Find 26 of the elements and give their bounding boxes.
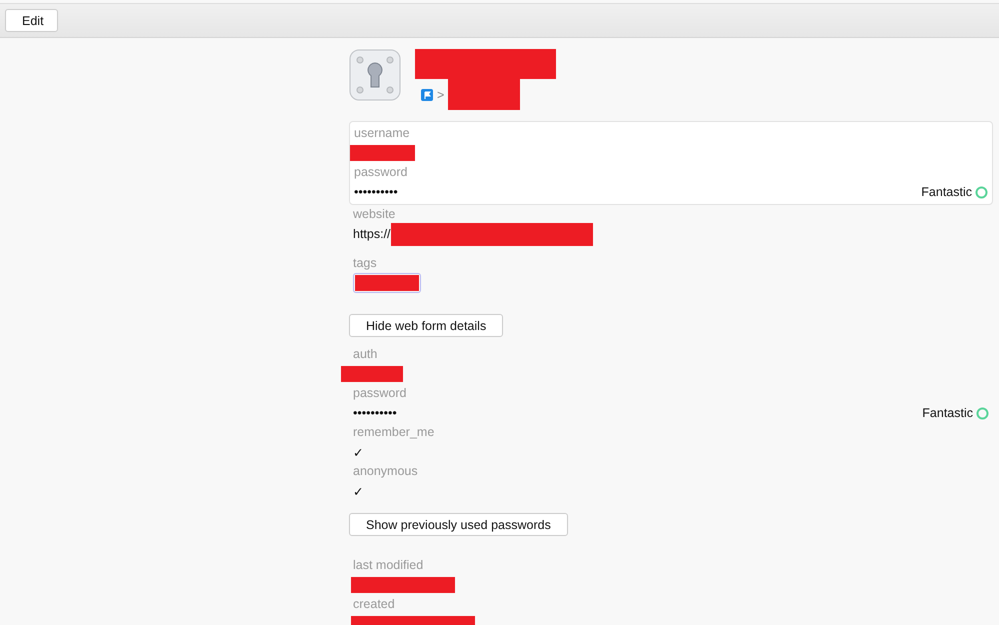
website-value[interactable]: https:// — [353, 227, 391, 241]
tag-chip[interactable] — [353, 273, 421, 293]
password-history-button[interactable]: Show previously used passwords — [349, 513, 568, 536]
strength-label: Fantastic — [922, 406, 973, 420]
flag-icon — [421, 88, 433, 100]
hide-web-form-button[interactable]: Hide web form details — [349, 314, 504, 337]
field-value: ✓ — [353, 484, 364, 498]
strength-ring-icon — [975, 186, 988, 198]
field-label: username — [354, 125, 410, 142]
field-label: tags — [353, 255, 377, 272]
keyhole-icon — [349, 49, 401, 101]
field-label: created — [353, 596, 395, 613]
breadcrumb-separator: > — [437, 88, 444, 102]
field-label: remember_me — [353, 424, 434, 441]
password-value: •••••••••• — [353, 406, 397, 420]
field-label: last modified — [353, 557, 424, 574]
field-label: website — [353, 206, 396, 223]
password-value: •••••••••• — [354, 185, 398, 199]
strength-label: Fantastic — [921, 185, 972, 199]
field-label: password — [354, 164, 408, 181]
field-label: anonymous — [353, 463, 418, 480]
field-value: ✓ — [353, 444, 364, 460]
field-label: auth — [353, 346, 378, 363]
strength-ring-icon — [976, 406, 989, 420]
edit-button[interactable]: Edit — [5, 9, 58, 32]
field-label: password — [353, 385, 406, 402]
